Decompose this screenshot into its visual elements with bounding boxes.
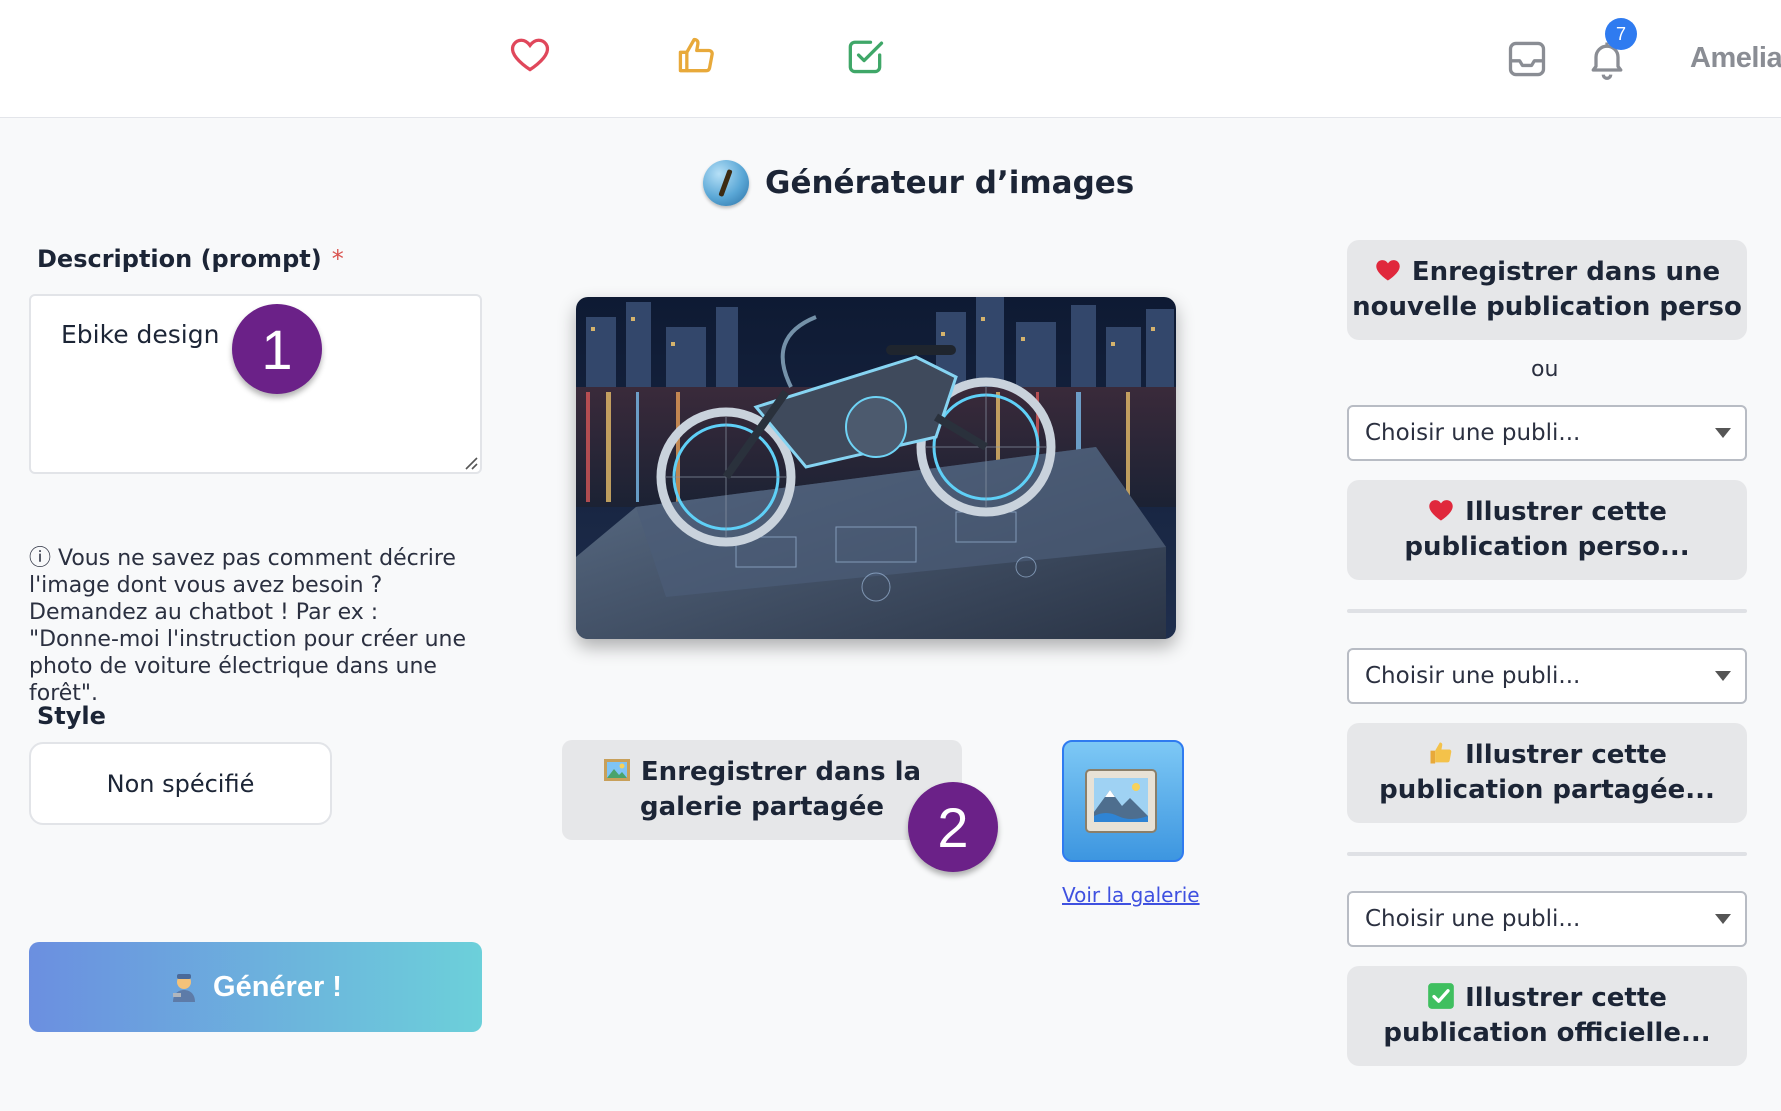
gallery-picture-icon — [1085, 769, 1157, 833]
view-gallery-link[interactable]: Voir la galerie — [1062, 883, 1200, 907]
style-selector[interactable]: Non spécifié — [29, 742, 332, 825]
style-label: Style — [37, 702, 106, 730]
save-to-shared-gallery-button[interactable]: Enregistrer dans la galerie partagée — [562, 740, 962, 840]
section-divider — [1347, 852, 1747, 856]
select-placeholder: Choisir une publi... — [1365, 906, 1581, 932]
chevron-down-icon — [1715, 671, 1731, 681]
gallery-thumbnail[interactable] — [1062, 740, 1184, 862]
new-publication-line2: nouvelle publication perso — [1352, 292, 1742, 322]
red-heart-icon — [1429, 499, 1453, 520]
prompt-label-text: Description (prompt) — [37, 245, 322, 273]
generate-button-label: Générer ! — [213, 970, 342, 1003]
save-new-publication-button[interactable]: Enregistrer dans une nouvelle publicatio… — [1347, 240, 1747, 340]
publication-select-shared[interactable]: Choisir une publi... — [1347, 648, 1747, 704]
illustrate-shared-line1: Illustrer cette — [1465, 740, 1667, 770]
publication-select-perso[interactable]: Choisir une publi... — [1347, 405, 1747, 461]
green-check-icon — [1428, 982, 1454, 1009]
page-title: Générateur d’images — [765, 165, 1135, 201]
select-placeholder: Choisir une publi... — [1365, 663, 1581, 689]
heart-icon[interactable] — [507, 31, 553, 77]
illustrate-perso-line1: Illustrer cette — [1465, 497, 1667, 527]
step-marker-2: 2 — [908, 782, 998, 872]
chevron-down-icon — [1715, 914, 1731, 924]
or-separator: ou — [1531, 357, 1559, 382]
save-gallery-line1: Enregistrer dans la — [640, 757, 922, 787]
chevron-down-icon — [1715, 428, 1731, 438]
top-bar: 7 Amelia — [0, 0, 1781, 118]
generated-image[interactable] — [576, 297, 1176, 639]
required-marker: * — [331, 245, 344, 273]
illustrate-shared-button[interactable]: Illustrer cette publication partagée... — [1347, 723, 1747, 823]
help-text: ⓘ Vous ne savez pas comment décrire l'im… — [29, 546, 466, 706]
illustrate-official-line2: publication officielle... — [1383, 1018, 1711, 1048]
step-marker-1: 1 — [232, 304, 322, 394]
paintbrush-icon — [703, 160, 749, 206]
mechanic-icon — [173, 974, 196, 1002]
illustrate-shared-line2: publication partagée... — [1379, 775, 1715, 805]
framed-picture-icon — [603, 758, 630, 781]
thumbs-up-emoji-icon — [1430, 742, 1452, 763]
user-name[interactable]: Amelia — [1690, 42, 1781, 75]
thumbs-up-icon[interactable] — [673, 33, 719, 79]
check-square-icon[interactable] — [842, 33, 888, 79]
illustrate-official-button[interactable]: Illustrer cette publication officielle..… — [1347, 966, 1747, 1066]
red-heart-icon — [1376, 259, 1400, 280]
illustrate-official-line1: Illustrer cette — [1465, 983, 1667, 1013]
page-title-area: Générateur d’images — [703, 160, 1134, 206]
section-divider — [1347, 609, 1747, 613]
resize-handle-icon[interactable] — [462, 454, 478, 470]
prompt-label: Description (prompt) * — [37, 245, 344, 273]
select-placeholder: Choisir une publi... — [1365, 420, 1581, 446]
notification-count-badge: 7 — [1605, 18, 1637, 50]
publication-select-official[interactable]: Choisir une publi... — [1347, 891, 1747, 947]
new-publication-line1: Enregistrer dans une — [1411, 257, 1721, 287]
save-gallery-line2: galerie partagée — [640, 792, 884, 822]
illustrate-perso-button[interactable]: Illustrer cette publication perso... — [1347, 480, 1747, 580]
illustrate-perso-line2: publication perso... — [1404, 532, 1690, 562]
inbox-icon[interactable] — [1504, 36, 1550, 82]
generate-button[interactable]: Générer ! — [29, 942, 482, 1032]
